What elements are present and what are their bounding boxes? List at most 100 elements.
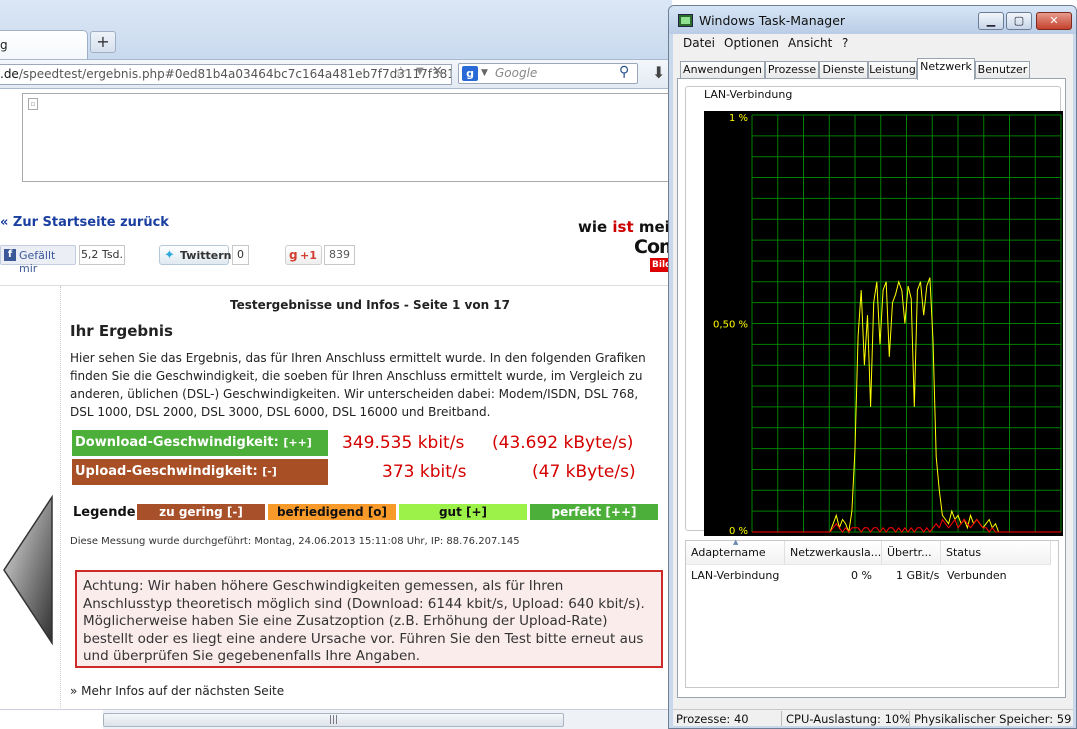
legend-good: gut [+] [399,504,527,520]
search-input[interactable]: Google [495,66,537,80]
tab-prozesse[interactable]: Prozesse [765,61,819,79]
bookmark-star-icon[interactable]: ☆ [394,63,407,81]
facebook-like-label: Gefällt mir [19,249,56,275]
task-manager-window: Windows Task-Manager ▁ ▢ ✕ Datei Optione… [668,5,1077,729]
menu-help[interactable]: ? [842,36,848,50]
row-adaptername[interactable]: LAN-Verbindung [691,569,779,585]
new-tab-button[interactable]: + [90,31,116,53]
back-to-start-link[interactable]: « Zur Startseite zurück [0,215,169,230]
results-page-title: Testergebnisse und Infos - Seite 1 von 1… [230,298,511,312]
previous-page-arrow-icon[interactable] [2,495,54,645]
facebook-like-button[interactable]: f Gefällt mir [0,245,76,275]
col-network-usage[interactable]: Netzwerkausla... [785,541,882,565]
row-network-usage[interactable]: 0 % [851,569,872,585]
result-heading: Ihr Ergebnis [70,322,173,340]
download-label-text: Download-Geschwindigkeit: [75,435,279,450]
adapter-table: Adaptername Netzwerkausla... Übertr... S… [685,538,1059,688]
legend-too-low: zu gering [-] [137,504,265,520]
google-plus-icon: g [289,248,298,262]
google-engine-icon[interactable]: g [462,66,478,81]
content-left-border [60,286,61,716]
network-panel: LAN-Verbindung 1 % 0,50 % 0 % Adaptername … [677,78,1066,698]
sort-arrow-icon: ▲ [733,538,739,546]
status-bar: Prozesse: 40 CPU-Auslastung: 10% Physika… [673,709,1073,726]
stop-icon[interactable]: ✕ [432,64,443,79]
col-adaptername-label: Adaptername [691,546,766,559]
content-divider [0,285,672,286]
menu-bar: Datei Optionen Ansicht ? [673,34,1073,52]
status-separator [909,711,910,726]
col-link-speed[interactable]: Übertr... [882,541,941,565]
tab-netzwerk[interactable]: Netzwerk [917,58,975,80]
scrollbar-blank [0,710,103,729]
download-rating: [++] [283,436,312,449]
browser-window: g + .de/speedtest/ergebnis.php#0ed81b4a0… [0,0,672,729]
col-network-usage-label: Netzwerkausla... [790,546,882,559]
row-link-speed[interactable]: 1 GBit/s [896,569,939,585]
brand-text-3: mein [638,218,672,236]
url-path: /speedtest/ergebnis.php#0ed81b4a03464bc7… [18,67,452,81]
tab-benutzer[interactable]: Benutzer [975,61,1030,79]
download-kbit: 349.535 kbit/s [342,433,465,453]
brand-text-1: wie [578,218,613,236]
col-status[interactable]: Status [941,541,1051,565]
maximize-button[interactable]: ▢ [1006,12,1032,30]
download-label: Download-Geschwindigkeit: [++] [72,430,328,456]
twitter-button[interactable]: ✦ Twittern [159,245,232,265]
next-page-link[interactable]: » Mehr Infos auf der nächsten Seite [70,684,284,698]
browser-tab-title: g [0,38,8,52]
upload-kbit: 373 kbit/s [382,462,467,482]
broken-image-icon: ▫ [28,98,38,110]
site-brand[interactable]: wie ist mein [578,218,672,236]
search-icon[interactable]: ⚲ [619,64,629,80]
google-plus-button[interactable]: g +1 [285,245,322,265]
twitter-bird-icon: ✦ [164,248,175,263]
browser-tab-bar: g + [0,0,672,60]
tab-anwendungen[interactable]: Anwendungen [680,61,765,79]
computerbild-logo[interactable]: Com Bild [632,236,672,272]
twitter-label: Twittern [180,249,232,262]
download-icon[interactable]: ⬇ [652,63,665,82]
google-plus-count: 839 [324,245,355,265]
task-manager-app-icon [678,14,693,27]
status-processes: Prozesse: 40 [676,712,749,726]
brand-text-2: ist [612,218,634,236]
url-domain: .de [0,67,19,81]
y-tick-label: 1 % [729,113,748,124]
legend-perfect: perfekt [++] [530,504,658,520]
task-manager-titlebar[interactable]: Windows Task-Manager ▁ ▢ ✕ [669,6,1076,34]
status-separator [781,711,782,726]
google-plus-label: +1 [300,249,317,262]
warning-box: Achtung: Wir haben höhere Geschwindigkei… [75,570,663,668]
network-graph-frame: LAN-Verbindung 1 % 0,50 % 0 % [685,86,1063,536]
upload-label-text: Upload-Geschwindigkeit: [75,464,258,479]
tab-leistung[interactable]: Leistung [868,61,917,79]
browser-tab[interactable]: g [0,30,88,60]
url-history-dropdown-icon[interactable]: ▼ [416,66,424,77]
legend-label: Legende: [73,505,141,520]
menu-optionen[interactable]: Optionen [724,36,779,50]
url-bar[interactable]: .de/speedtest/ergebnis.php#0ed81b4a03464… [0,64,452,85]
minimize-button[interactable]: ▁ [978,12,1004,30]
twitter-count: 0 [232,245,249,265]
menu-ansicht[interactable]: Ansicht [788,36,832,50]
upload-label: Upload-Geschwindigkeit: [-] [72,459,328,485]
window-title: Windows Task-Manager [699,13,846,28]
y-tick-label: 0,50 % [713,320,748,331]
tab-dienste[interactable]: Dienste [819,61,868,79]
download-kbyte: (43.692 kByte/s) [492,433,634,453]
engine-dropdown-icon[interactable]: ▼ [481,68,488,78]
legend-satisfactory: befriedigend [o] [268,504,396,520]
scrollbar-thumb[interactable]: ||| [103,713,564,727]
search-box[interactable]: g ▼ Google ⚲ [458,63,638,84]
col-link-speed-label: Übertr... [887,546,932,559]
y-tick-label: 0 % [729,526,748,536]
close-button[interactable]: ✕ [1036,12,1072,30]
horizontal-scrollbar[interactable]: ||| [0,709,672,729]
status-cpu: CPU-Auslastung: 10% [786,712,911,726]
menu-datei[interactable]: Datei [683,36,715,50]
upload-rating: [-] [262,465,277,478]
measurement-info: Diese Messung wurde durchgeführt: Montag… [70,536,520,547]
row-status[interactable]: Verbunden [947,569,1007,585]
ad-frame: ▫ [22,93,669,182]
